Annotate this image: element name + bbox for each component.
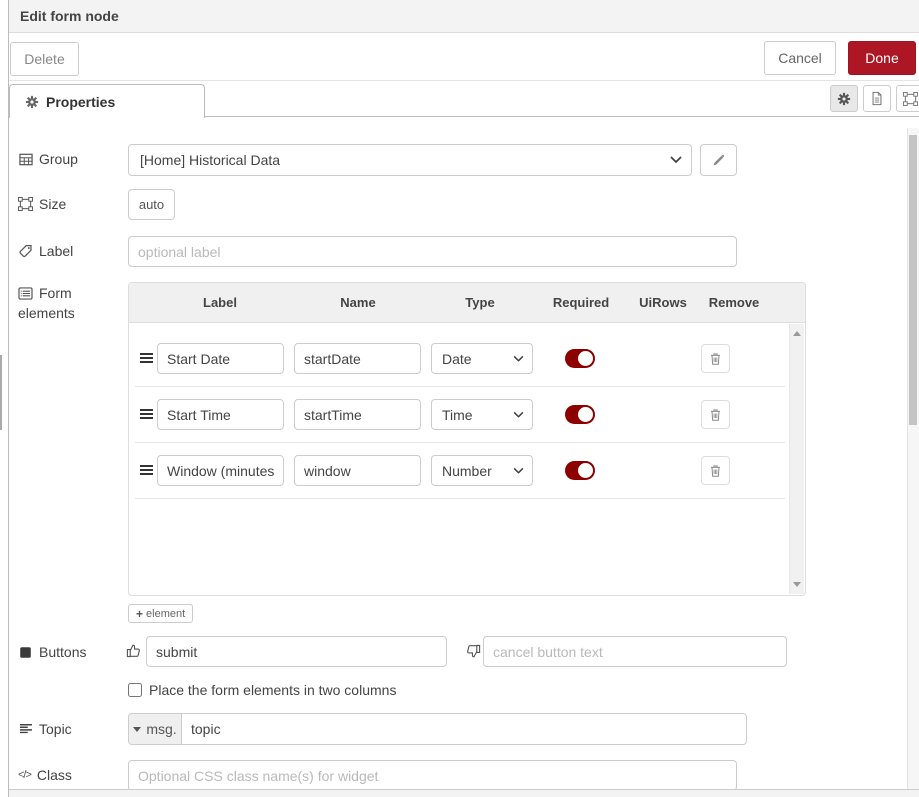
table-icon [18, 152, 33, 167]
column-header-type: Type [465, 295, 494, 310]
tab-properties[interactable]: Properties [9, 84, 205, 118]
edit-group-button[interactable] [700, 144, 737, 176]
toggle-knob [578, 351, 593, 366]
required-toggle[interactable] [565, 461, 595, 480]
two-columns-option[interactable]: Place the form elements in two columns [128, 682, 396, 698]
drag-handle-icon[interactable] [139, 408, 154, 420]
tag-icon [18, 244, 33, 259]
tray-footer [9, 789, 919, 797]
class-field-label: </> Class [18, 767, 122, 783]
form-elements-field-label: Form elements [18, 283, 122, 323]
edit-form-node-dialog: Edit form node Delete Cancel Done Proper… [0, 0, 919, 797]
cancel-button[interactable]: Cancel [764, 41, 836, 75]
required-toggle[interactable] [565, 405, 595, 424]
thumbs-up-icon [126, 643, 142, 659]
column-header-label: Label [203, 295, 237, 310]
row-divider [135, 442, 785, 443]
pencil-icon [711, 153, 726, 168]
two-columns-label: Place the form elements in two columns [149, 682, 396, 698]
chevron-down-icon [513, 355, 524, 362]
done-button[interactable]: Done [848, 41, 916, 75]
node-settings-button[interactable] [830, 85, 858, 112]
column-header-name: Name [340, 295, 375, 310]
element-type-select[interactable]: Date [431, 343, 533, 374]
topic-field-label: Topic [18, 721, 122, 737]
scrollbar-thumb[interactable] [909, 135, 917, 425]
drag-handle-icon[interactable] [139, 352, 154, 364]
buttons-field-label: Buttons [18, 644, 122, 660]
list-lines-icon [18, 722, 33, 737]
size-button[interactable]: auto [128, 189, 175, 220]
trash-icon [708, 351, 723, 366]
remove-element-button[interactable] [701, 456, 730, 485]
trash-icon [708, 407, 723, 422]
topic-type-select[interactable]: msg. [129, 714, 182, 744]
size-field-label: Size [18, 196, 122, 212]
tab-bar: Properties [9, 81, 919, 117]
group-select[interactable]: [Home] Historical Data [128, 144, 692, 176]
chevron-down-icon [513, 411, 524, 418]
element-name-input[interactable] [294, 343, 421, 374]
caret-down-icon [133, 727, 141, 732]
required-toggle[interactable] [565, 349, 595, 368]
topic-typed-input[interactable]: msg. topic [128, 713, 747, 745]
form-elements-table: Label Name Type Required UiRows Remove D… [128, 282, 806, 596]
document-icon [870, 91, 885, 106]
square-icon [18, 645, 33, 660]
group-field-label: Group [18, 151, 122, 167]
chevron-down-icon [513, 467, 524, 474]
element-label-input[interactable] [157, 455, 284, 486]
table-scrollbar[interactable] [789, 324, 804, 594]
toggle-knob [578, 463, 593, 478]
dialog-title: Edit form node [20, 8, 119, 24]
topic-value[interactable]: topic [182, 721, 221, 737]
object-group-icon [903, 91, 918, 106]
gear-icon [837, 91, 852, 106]
two-columns-checkbox[interactable] [128, 683, 142, 697]
tab-properties-label: Properties [46, 94, 115, 110]
submit-button-text-input[interactable] [146, 636, 447, 667]
dialog-header: Edit form node [9, 0, 919, 33]
column-header-required: Required [553, 295, 609, 310]
element-label-input[interactable] [157, 343, 284, 374]
element-name-input[interactable] [294, 455, 421, 486]
dialog-scrollbar[interactable] [907, 128, 919, 789]
chevron-down-icon [670, 156, 682, 164]
topic-type-label: msg. [146, 721, 176, 737]
trash-icon [708, 463, 723, 478]
column-header-remove: Remove [709, 295, 760, 310]
form-elements-table-header: Label Name Type Required UiRows Remove [129, 283, 805, 323]
remove-element-button[interactable] [701, 400, 730, 429]
object-group-icon [18, 197, 33, 212]
thumbs-down-icon [466, 644, 482, 660]
node-description-button[interactable] [863, 85, 891, 112]
node-appearance-button[interactable] [896, 85, 919, 112]
row-divider [135, 386, 785, 387]
cancel-button-text-input[interactable] [483, 636, 787, 667]
group-select-value: [Home] Historical Data [140, 152, 280, 168]
element-type-select[interactable]: Time [431, 399, 533, 430]
drag-handle-icon[interactable] [139, 464, 154, 476]
label-field-label: Label [18, 243, 122, 259]
scroll-down-icon[interactable] [793, 582, 801, 587]
toggle-knob [578, 407, 593, 422]
list-alt-icon [18, 286, 33, 301]
element-name-input[interactable] [294, 399, 421, 430]
class-input[interactable] [128, 760, 737, 791]
delete-button[interactable]: Delete [10, 42, 79, 76]
element-label-input[interactable] [157, 399, 284, 430]
row-divider [135, 498, 785, 499]
scroll-up-icon[interactable] [793, 331, 801, 336]
plus-icon: + [136, 607, 143, 621]
element-type-select[interactable]: Number [431, 455, 533, 486]
label-input[interactable] [128, 236, 737, 267]
code-icon: </> [18, 769, 31, 781]
divider-grip[interactable] [0, 355, 2, 430]
gear-icon [24, 94, 39, 109]
panel-resize-divider[interactable] [0, 0, 9, 797]
column-header-uirows: UiRows [639, 295, 687, 310]
add-element-button[interactable]: + element [128, 604, 193, 623]
dialog-toolbar: Delete Cancel Done [9, 33, 919, 81]
remove-element-button[interactable] [701, 344, 730, 373]
